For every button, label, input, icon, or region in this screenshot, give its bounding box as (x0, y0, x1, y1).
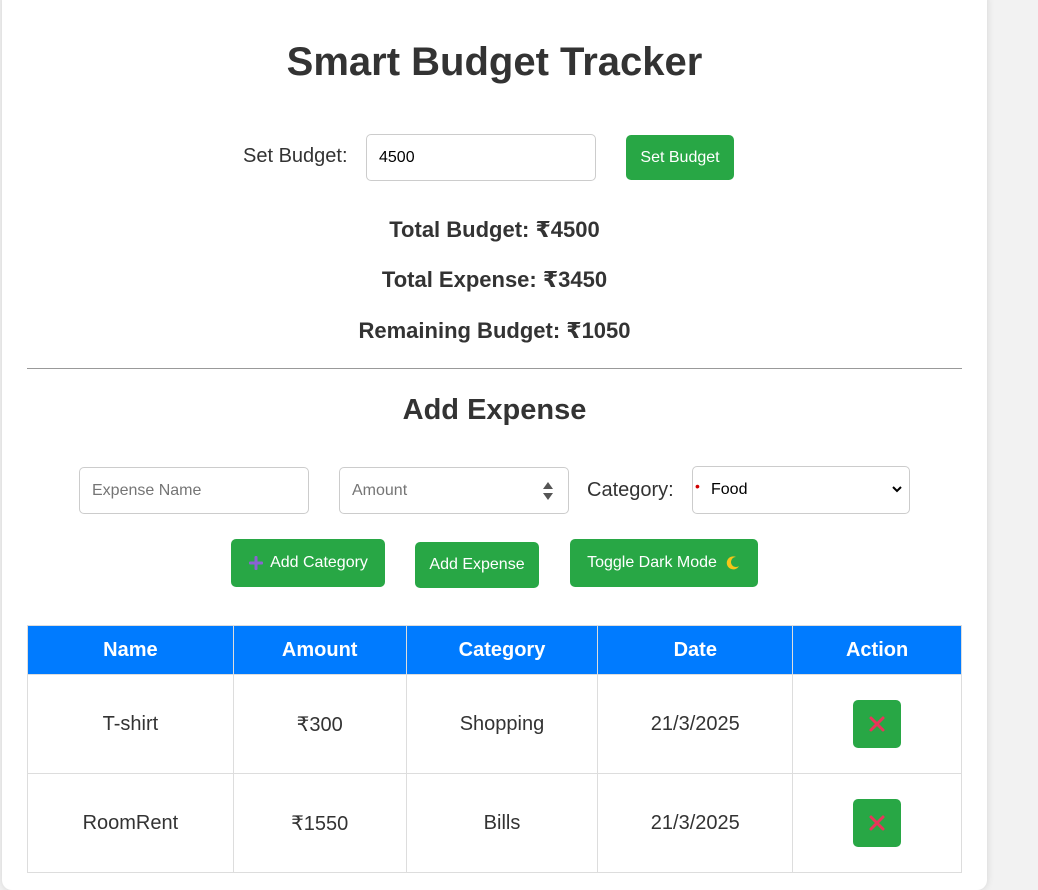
cell-category: Shopping (405, 674, 599, 774)
toggle-dark-mode-label: Toggle Dark Mode (587, 554, 717, 571)
set-budget-label: Set Budget: (243, 145, 348, 167)
category-selected-value: Food (711, 481, 748, 498)
total-expense-text: Total Expense: ₹3450 (381, 267, 608, 292)
table-row: RoomRent ₹1550 Bills 21/3/2025 (27, 773, 962, 873)
cell-action (792, 773, 962, 873)
budget-input[interactable] (366, 134, 596, 181)
cell-action (792, 674, 962, 774)
header-date: Date (597, 625, 794, 675)
add-expense-button[interactable]: Add Expense (415, 542, 539, 588)
stepper-up-icon[interactable] (543, 482, 553, 489)
cell-amount: ₹1550 (232, 773, 407, 873)
close-icon (869, 815, 885, 831)
cell-name: RoomRent (27, 773, 234, 873)
cell-date: 21/3/2025 (597, 773, 794, 873)
stepper-down-icon[interactable] (543, 493, 553, 500)
amount-stepper[interactable] (543, 482, 553, 500)
budget-card: Smart Budget Tracker Set Budget: Set Bud… (2, 0, 987, 890)
add-category-label: Add Category (270, 554, 368, 571)
delete-button[interactable] (853, 799, 902, 847)
header-name: Name (27, 625, 234, 675)
amount-input[interactable] (339, 467, 569, 514)
chevron-down-icon (892, 486, 902, 493)
page-title: Smart Budget Tracker (286, 40, 703, 84)
remaining-budget-text: Remaining Budget: ₹1050 (358, 318, 631, 343)
table-header-row: Name Amount Category Date Action (27, 625, 962, 675)
amount-field-wrapper (339, 467, 569, 514)
cell-category: Bills (405, 773, 599, 873)
set-budget-row: Set Budget: Set Budget (2, 134, 987, 181)
cell-amount: ₹300 (232, 674, 407, 774)
toggle-dark-mode-button[interactable]: Toggle Dark Mode (570, 539, 758, 587)
set-budget-button[interactable]: Set Budget (626, 135, 734, 180)
section-divider (27, 368, 962, 369)
add-category-button[interactable]: Add Category (231, 539, 385, 587)
header-amount: Amount (232, 625, 407, 675)
close-icon (869, 716, 885, 732)
table-row: T-shirt ₹300 Shopping 21/3/2025 (27, 674, 962, 774)
plus-icon (249, 556, 264, 570)
expense-table: Name Amount Category Date Action T-shirt… (27, 625, 962, 873)
add-expense-label: Add Expense (429, 556, 525, 573)
category-label: Category: (587, 479, 674, 501)
header-category: Category (405, 625, 599, 675)
expense-name-input[interactable] (79, 467, 309, 514)
moon-icon (726, 556, 739, 570)
category-select[interactable]: • Food (692, 466, 910, 514)
total-budget-text: Total Budget: ₹4500 (389, 217, 600, 242)
bullet-icon: • (695, 478, 700, 494)
header-action: Action (792, 625, 962, 675)
cell-date: 21/3/2025 (597, 674, 794, 774)
delete-button[interactable] (853, 700, 902, 748)
add-expense-heading: Add Expense (402, 394, 587, 426)
cell-name: T-shirt (27, 674, 234, 774)
